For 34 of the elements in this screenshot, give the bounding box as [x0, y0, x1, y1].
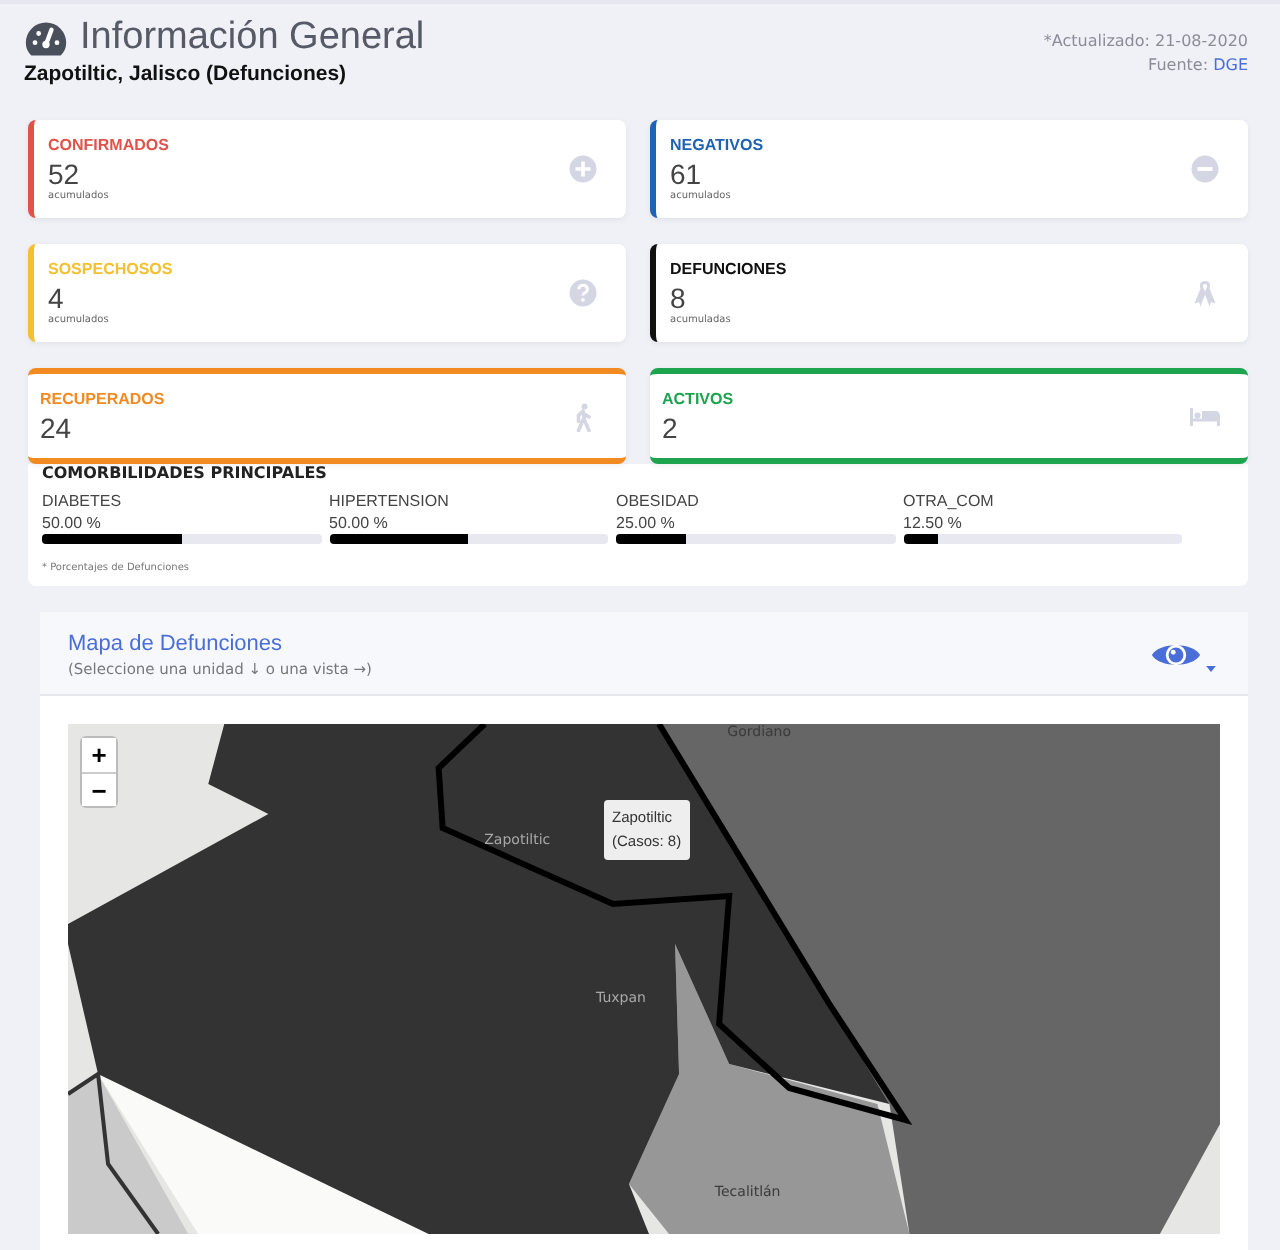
- condition-name: HIPERTENSION: [329, 490, 451, 512]
- question-icon: [568, 278, 598, 308]
- plus-icon: [568, 154, 598, 184]
- stat-label: CONFIRMADOS: [48, 136, 169, 154]
- percentage-reading: 50.00 %: [42, 512, 103, 534]
- source-link[interactable]: DGE: [1213, 56, 1248, 74]
- stat-value: 4: [48, 282, 66, 314]
- condition-name: OTRA_COM: [903, 490, 996, 512]
- stat-label: NEGATIVOS: [670, 136, 764, 154]
- condition-name: DIABETES: [42, 490, 124, 512]
- panel-title: COMORBILIDADES PRINCIPALES: [42, 464, 329, 482]
- percentage-reading: 12.50 %: [903, 512, 964, 534]
- percentage-reading: 25.00 %: [616, 512, 677, 534]
- map-title: Mapa de Defunciones: [68, 632, 285, 656]
- stat-value: 24: [40, 411, 74, 443]
- gauge-icon: [24, 19, 68, 57]
- location-subtitle: Zapotiltic, Jalisco (Defunciones): [24, 62, 349, 86]
- stat-label: ACTIVOS: [662, 389, 734, 407]
- updated-date: *Actualizado: 21-08-2020: [1043, 30, 1248, 54]
- source-label: Fuente:: [1148, 56, 1211, 74]
- percentage-reading: 50.00 %: [329, 512, 390, 534]
- stat-value: 61: [670, 158, 704, 190]
- condition-name: OBESIDAD: [616, 490, 701, 512]
- stat-label: RECUPERADOS: [40, 389, 165, 407]
- ribbon-icon: [1190, 278, 1220, 308]
- stat-value: 2: [662, 411, 680, 443]
- stat-label: SOSPECHOSOS: [48, 260, 173, 278]
- stat-value: 52: [48, 158, 82, 190]
- page-title: Información General: [80, 16, 425, 60]
- stat-label: DEFUNCIONES: [670, 260, 787, 278]
- stat-value: 8: [670, 282, 688, 314]
- caret-icon: [1206, 666, 1216, 672]
- minus-icon: [1190, 154, 1220, 184]
- zoom-out-button[interactable]: −: [82, 772, 116, 806]
